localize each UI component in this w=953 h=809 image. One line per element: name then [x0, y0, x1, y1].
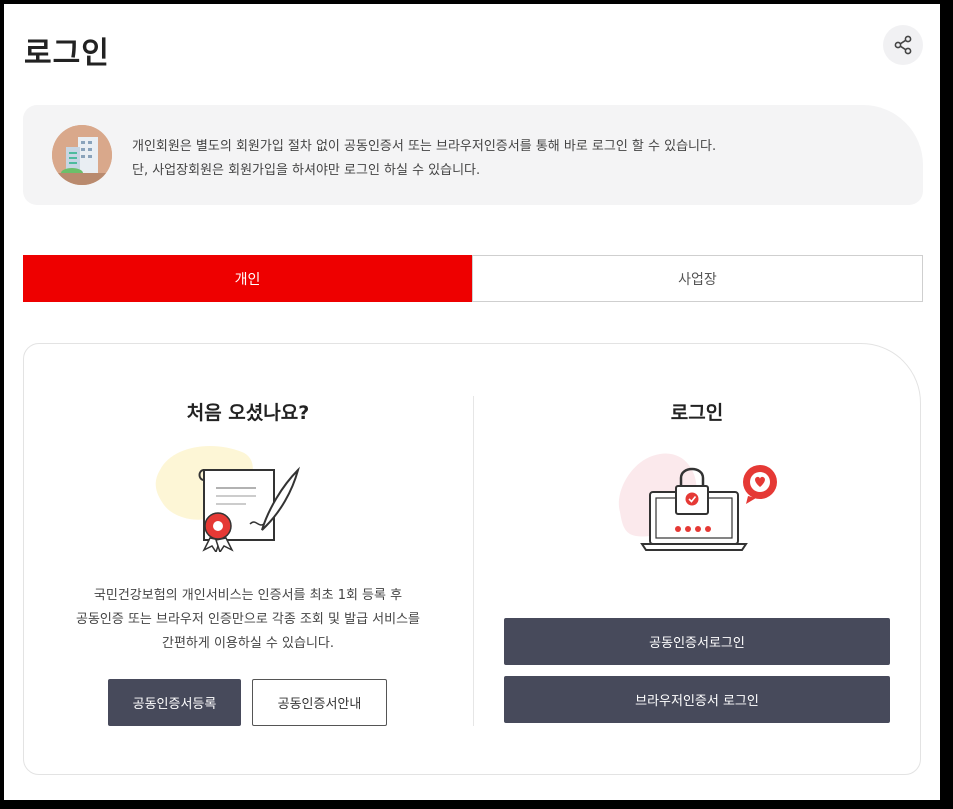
info-line-2: 단, 사업장회원은 회원가입을 하셔야만 로그인 하실 수 있습니다. [132, 163, 481, 178]
description-line-3: 간편하게 이용하실 수 있습니다. [161, 636, 334, 651]
column-divider [473, 396, 474, 726]
tab-personal[interactable]: 개인 [23, 255, 472, 302]
share-button[interactable] [883, 25, 923, 65]
share-icon [894, 35, 912, 55]
info-text: 개인회원은 별도의 회원가입 절차 없이 공동인증서 또는 브라우저인증서를 통… [132, 135, 716, 183]
page-title: 로그인 [24, 36, 110, 71]
browser-certificate-login-button[interactable]: 브라우저인증서 로그인 [504, 676, 890, 723]
description-line-1: 국민건강보험의 개인서비스는 인증서를 최초 1회 등록 후 [93, 588, 403, 603]
login-card: 처음 오셨나요? 국민건강보험의 개인서비스는 인증서를 최초 1회 등록 후 … [23, 343, 921, 775]
certificate-icon [155, 446, 300, 552]
building-icon [52, 125, 112, 185]
tab-business[interactable]: 사업장 [472, 255, 923, 302]
page-frame: 로그인 개인회원은 별도의 회원가입 절차 없이 공동인증서 또는 브라우저인증… [4, 4, 940, 800]
first-visit-title: 처음 오셨나요? [186, 402, 310, 424]
member-type-tabs: 개인 사업장 [23, 255, 923, 302]
description-line-2: 공동인증 또는 브라우저 인증만으로 각종 조회 및 발급 서비스를 [75, 612, 421, 627]
info-line-1: 개인회원은 별도의 회원가입 절차 없이 공동인증서 또는 브라우저인증서를 통… [132, 139, 717, 154]
login-section-title: 로그인 [670, 402, 724, 424]
service-description: 국민건강보험의 개인서비스는 인증서를 최초 1회 등록 후 공동인증 또는 브… [38, 584, 458, 656]
certificate-guide-button[interactable]: 공동인증서안내 [252, 679, 387, 726]
register-certificate-button[interactable]: 공동인증서등록 [108, 679, 241, 726]
info-notice: 개인회원은 별도의 회원가입 절차 없이 공동인증서 또는 브라우저인증서를 통… [23, 105, 923, 205]
certificate-login-button[interactable]: 공동인증서로그인 [504, 618, 890, 665]
laptop-lock-icon [618, 453, 777, 551]
